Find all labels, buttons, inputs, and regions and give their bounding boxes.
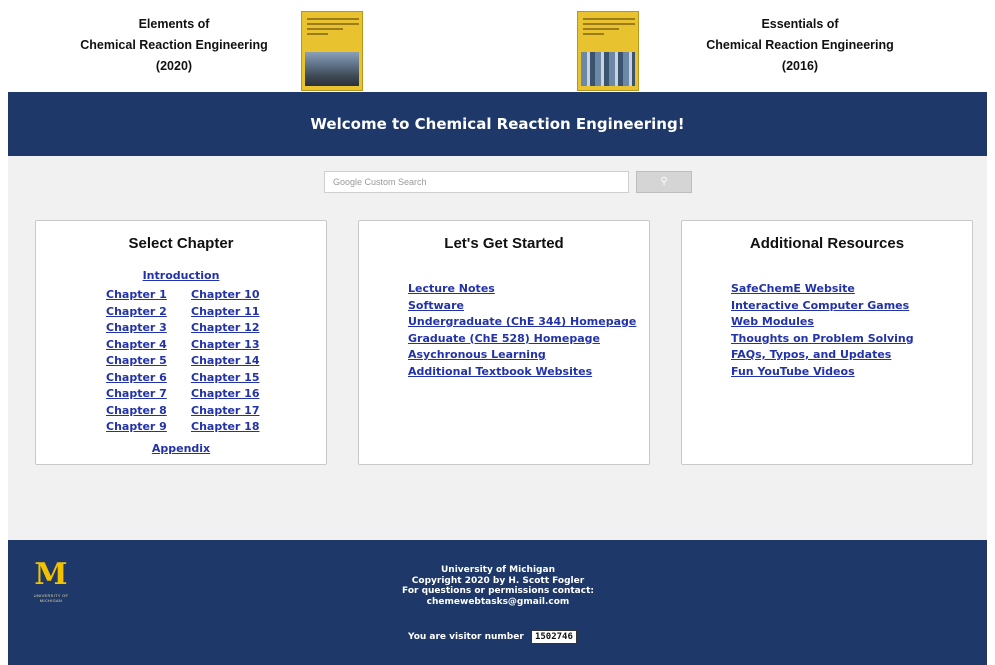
right-book-line2: Chemical Reaction Engineering <box>706 38 894 52</box>
right-book-line1: Essentials of <box>761 17 839 31</box>
additional-resources-panel: Additional Resources SafeChemE Website I… <box>681 220 973 465</box>
chapter-link[interactable]: Chapter 4 <box>106 337 167 354</box>
chapter-link[interactable]: Chapter 6 <box>106 370 167 387</box>
chapter-link[interactable]: Chapter 11 <box>191 304 259 321</box>
footer-email[interactable]: chemewebtasks@gmail.com <box>338 597 658 608</box>
chapter-link[interactable]: Chapter 12 <box>191 320 259 337</box>
chapter-link[interactable]: Chapter 17 <box>191 403 259 420</box>
graduate-homepage-link[interactable]: Graduate (ChE 528) Homepage <box>408 331 636 348</box>
chapter-link[interactable]: Chapter 3 <box>106 320 167 337</box>
search-button[interactable]: ⚲ <box>636 171 692 193</box>
appendix-link[interactable]: Appendix <box>152 442 210 455</box>
additional-resources-heading: Additional Resources <box>749 235 905 252</box>
safecheme-link[interactable]: SafeChemE Website <box>731 281 914 298</box>
block-m-icon: M <box>34 557 68 592</box>
page-title: Welcome to Chemical Reaction Engineering… <box>310 115 685 133</box>
introduction-link[interactable]: Introduction <box>143 269 220 282</box>
chapter-link[interactable]: Chapter 2 <box>106 304 167 321</box>
visitor-counter: You are visitor number 1502746 <box>408 630 577 644</box>
software-link[interactable]: Software <box>408 298 636 315</box>
get-started-heading: Let's Get Started <box>444 235 564 252</box>
footer-info: University of Michigan Copyright 2020 by… <box>338 565 658 607</box>
logo-subtext: UNIVERSITY OF MICHIGAN <box>33 593 69 603</box>
get-started-links: Lecture Notes Software Undergraduate (Ch… <box>408 281 636 380</box>
computer-games-link[interactable]: Interactive Computer Games <box>731 298 914 315</box>
chapter-link[interactable]: Chapter 13 <box>191 337 259 354</box>
problem-solving-link[interactable]: Thoughts on Problem Solving <box>731 331 914 348</box>
left-book-line1: Elements of <box>138 17 210 31</box>
chapter-link[interactable]: Chapter 14 <box>191 353 259 370</box>
faqs-link[interactable]: FAQs, Typos, and Updates <box>731 347 914 364</box>
chapter-link[interactable]: Chapter 16 <box>191 386 259 403</box>
web-modules-link[interactable]: Web Modules <box>731 314 914 331</box>
left-book-cover[interactable] <box>301 11 363 91</box>
footer-copyright: Copyright 2020 by H. Scott Fogler <box>411 575 585 586</box>
search-icon: ⚲ <box>660 176 668 187</box>
header: Elements of Chemical Reaction Engineerin… <box>8 0 987 92</box>
visitor-label: You are visitor number <box>408 632 524 642</box>
get-started-panel: Let's Get Started Lecture Notes Software… <box>358 220 650 465</box>
chapter-link[interactable]: Chapter 10 <box>191 287 259 304</box>
chapter-link[interactable]: Chapter 1 <box>106 287 167 304</box>
visitor-count: 1502746 <box>530 630 577 644</box>
select-chapter-heading: Select Chapter <box>128 235 234 252</box>
footer-university: University of Michigan <box>441 565 555 575</box>
page: Elements of Chemical Reaction Engineerin… <box>8 0 987 665</box>
lecture-notes-link[interactable]: Lecture Notes <box>408 281 636 298</box>
right-book-line3: (2016) <box>781 59 819 73</box>
footer: M UNIVERSITY OF MICHIGAN University of M… <box>8 540 987 665</box>
university-logo[interactable]: M UNIVERSITY OF MICHIGAN <box>28 560 74 606</box>
chapter-column-2: Chapter 10 Chapter 11 Chapter 12 Chapter… <box>191 287 259 436</box>
resources-links: SafeChemE Website Interactive Computer G… <box>731 281 914 380</box>
chapter-link[interactable]: Chapter 5 <box>106 353 167 370</box>
right-book-cover[interactable] <box>577 11 639 91</box>
additional-textbook-websites-link[interactable]: Additional Textbook Websites <box>408 364 636 381</box>
chapter-link[interactable]: Chapter 7 <box>106 386 167 403</box>
chapter-link[interactable]: Chapter 15 <box>191 370 259 387</box>
left-book-line2: Chemical Reaction Engineering <box>80 38 268 52</box>
right-book-title[interactable]: Essentials of Chemical Reaction Engineer… <box>670 14 930 77</box>
select-chapter-panel: Select Chapter Introduction Chapter 1 Ch… <box>35 220 327 465</box>
chapter-column-1: Chapter 1 Chapter 2 Chapter 3 Chapter 4 … <box>106 287 167 436</box>
left-book-title[interactable]: Elements of Chemical Reaction Engineerin… <box>44 14 304 77</box>
footer-contact-label: For questions or permissions contact: <box>402 586 594 596</box>
welcome-banner: Welcome to Chemical Reaction Engineering… <box>8 92 987 156</box>
asynchronous-learning-link[interactable]: Asychronous Learning <box>408 347 636 364</box>
search-input[interactable]: Google Custom Search <box>324 171 629 193</box>
chapter-link[interactable]: Chapter 9 <box>106 419 167 436</box>
chapter-link[interactable]: Chapter 8 <box>106 403 167 420</box>
chapter-link[interactable]: Chapter 18 <box>191 419 259 436</box>
left-book-line3: (2020) <box>155 59 193 73</box>
undergraduate-homepage-link[interactable]: Undergraduate (ChE 344) Homepage <box>408 314 636 331</box>
youtube-videos-link[interactable]: Fun YouTube Videos <box>731 364 914 381</box>
